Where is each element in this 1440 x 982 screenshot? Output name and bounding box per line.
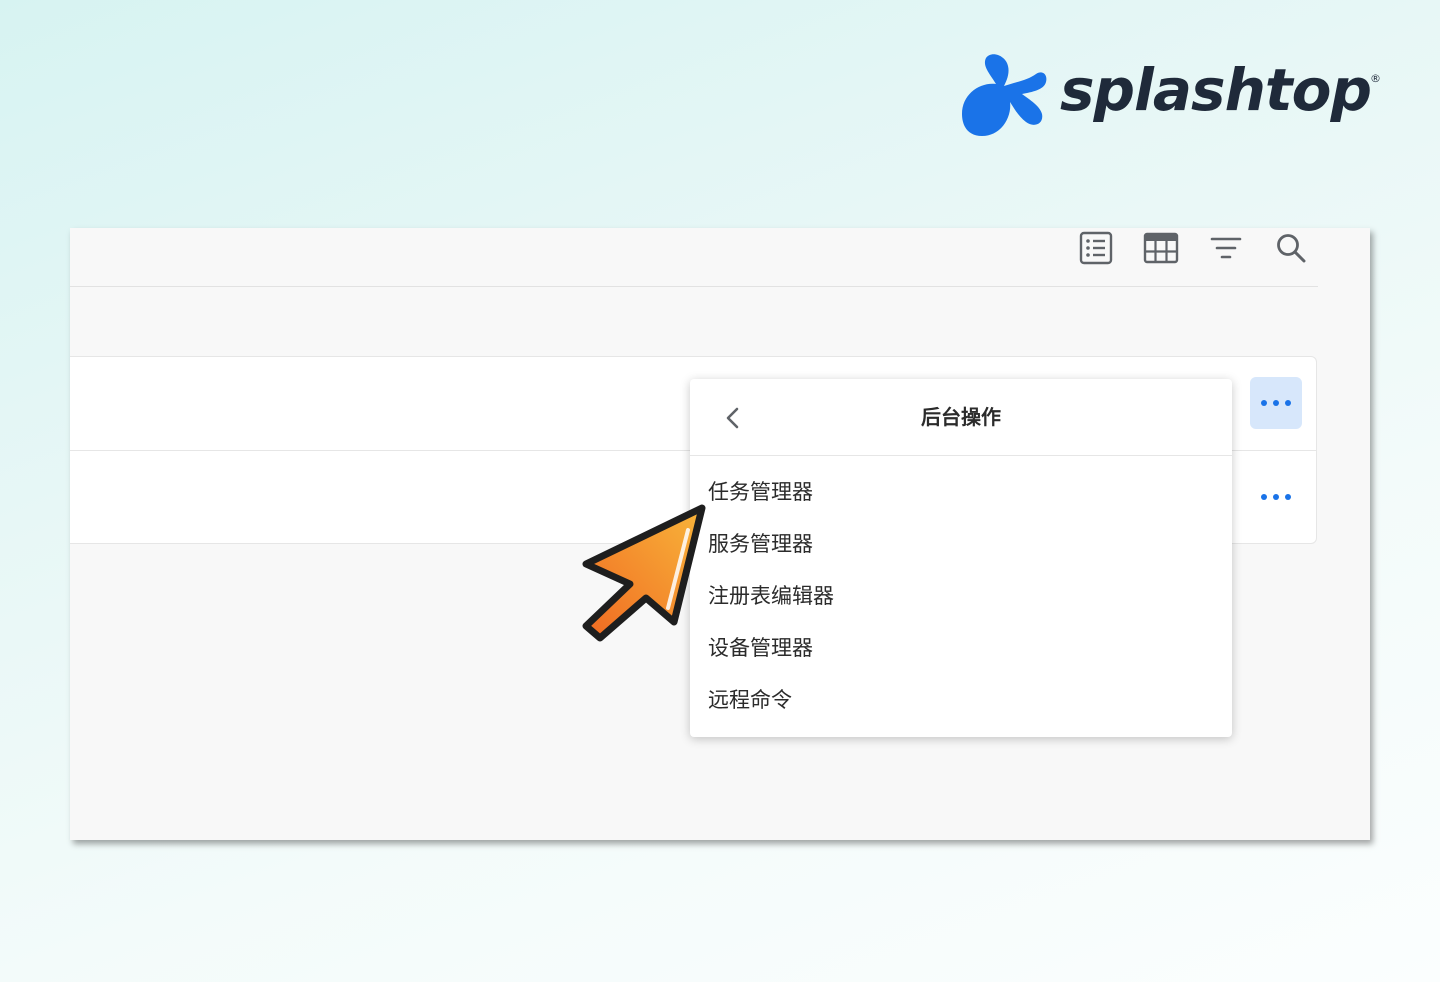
menu-title: 后台操作 (921, 405, 1001, 429)
registered-mark: ® (1370, 72, 1381, 85)
more-actions-button[interactable] (1250, 377, 1302, 429)
pointer-arrow-icon (582, 504, 706, 642)
more-actions-button[interactable] (1250, 471, 1302, 523)
grid-view-icon[interactable] (1143, 230, 1179, 266)
menu-item-task-manager[interactable]: 任务管理器 (708, 472, 1208, 512)
menu-item-remote-command[interactable]: 远程命令 (708, 680, 1208, 720)
list-view-icon[interactable] (1078, 230, 1114, 266)
menu-item-device-manager[interactable]: 设备管理器 (708, 628, 1208, 668)
more-dots-icon (1261, 494, 1291, 500)
filter-icon[interactable] (1208, 230, 1244, 266)
splash-droplet-icon (962, 54, 1047, 137)
more-dots-icon (1261, 400, 1291, 406)
background-actions-menu: 后台操作 任务管理器 服务管理器 注册表编辑器 设备管理器 远程命令 (690, 379, 1232, 737)
menu-header: 后台操作 (690, 379, 1232, 456)
brand-name: splashtop (1060, 56, 1372, 124)
search-icon[interactable] (1273, 230, 1309, 266)
toolbar-divider (70, 286, 1318, 287)
splashtop-logo: splashtop ® (956, 52, 1386, 140)
menu-item-registry-editor[interactable]: 注册表编辑器 (708, 576, 1208, 616)
menu-item-service-manager[interactable]: 服务管理器 (708, 524, 1208, 564)
